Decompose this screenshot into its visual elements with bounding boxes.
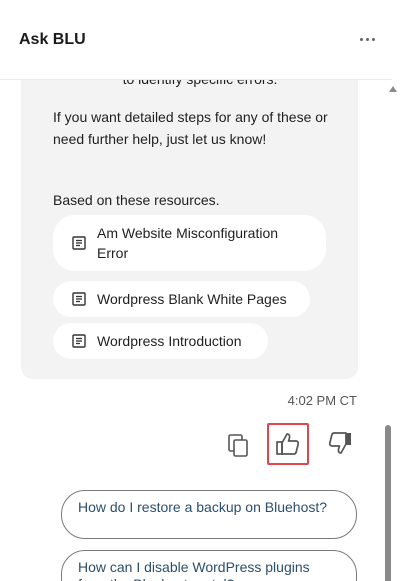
thumbs-up-icon (276, 433, 300, 455)
copy-icon[interactable] (225, 432, 253, 460)
document-icon (72, 292, 86, 306)
thumbs-up-button[interactable] (267, 423, 309, 465)
suggested-question-disable-plugins[interactable]: How can I disable WordPress plugins from… (61, 550, 357, 581)
resources-label: Based on these resources. (53, 192, 220, 208)
message-actions (0, 423, 392, 468)
message-timestamp: 4:02 PM CT (287, 393, 357, 408)
scroll-up-arrow-icon[interactable] (389, 86, 397, 92)
resource-link-blank-white-pages[interactable]: Wordpress Blank White Pages (53, 281, 310, 317)
chat-header: Ask BLU (0, 0, 392, 80)
message-cut-line: to identify specific errors. (60, 80, 340, 89)
chat-messages[interactable]: to identify specific errors. If you want… (0, 80, 392, 581)
suggested-question-restore-backup[interactable]: How do I restore a backup on Bluehost? (61, 490, 357, 539)
more-horizontal-icon[interactable] (356, 28, 378, 50)
document-icon (72, 334, 86, 348)
resource-link-misconfiguration[interactable]: Am Website Misconfiguration Error (53, 215, 326, 271)
scrollbar-thumb[interactable] (385, 425, 391, 581)
resource-link-label: Wordpress Blank White Pages (97, 291, 287, 307)
chat-title: Ask BLU (19, 31, 86, 48)
resource-link-introduction[interactable]: Wordpress Introduction (53, 323, 268, 359)
ask-blu-panel: Ask BLU to identify specific errors. If … (0, 0, 400, 581)
document-icon (72, 236, 86, 250)
scrollbar[interactable] (385, 80, 400, 581)
message-paragraph: If you want detailed steps for any of th… (53, 109, 328, 147)
thumbs-down-icon[interactable] (326, 430, 354, 458)
resource-link-label: Am Website Misconfiguration Error (97, 225, 279, 261)
resource-link-label: Wordpress Introduction (97, 333, 242, 349)
